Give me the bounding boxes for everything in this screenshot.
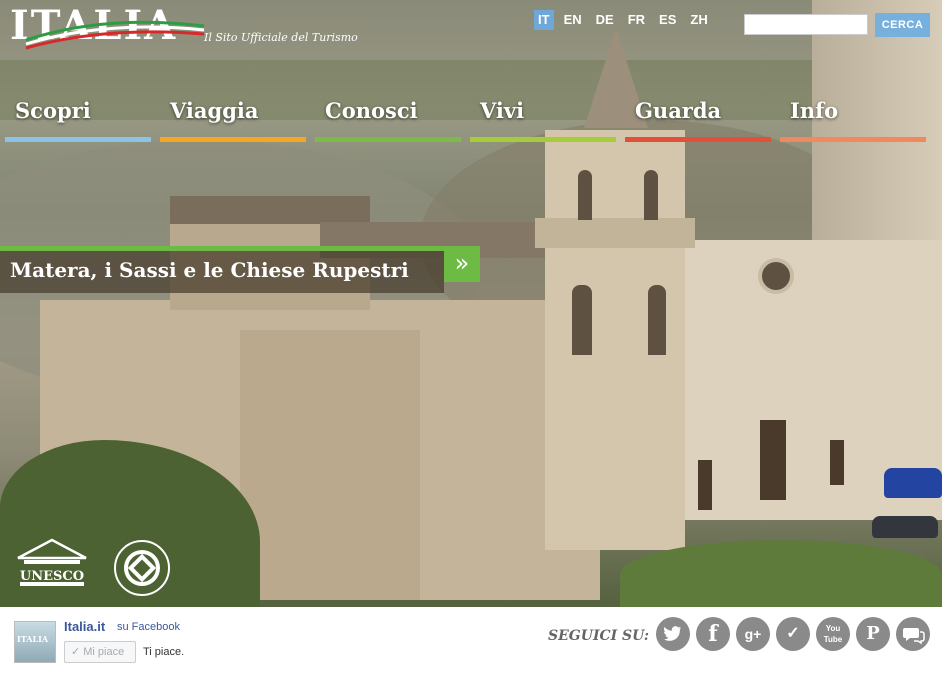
youtube-icon[interactable]: You Tube <box>816 617 850 651</box>
pinterest-icon[interactable]: P <box>856 617 890 651</box>
lang-fr[interactable]: FR <box>624 10 649 30</box>
foursquare-icon[interactable]: ✓ <box>776 617 810 651</box>
lang-zh[interactable]: ZH <box>686 10 711 30</box>
twitter-icon[interactable] <box>656 617 690 651</box>
nav-label: Guarda <box>635 98 722 123</box>
search-button[interactable]: CERCA <box>875 13 930 37</box>
facebook-icon[interactable]: f <box>696 617 730 651</box>
footer: ITALIA Italia.it su Facebook ✓ Mi piace … <box>0 607 942 683</box>
nav-label: Vivi <box>480 98 525 123</box>
chat-icon[interactable] <box>896 617 930 651</box>
feature-arrow-button[interactable]: » <box>444 246 480 282</box>
like-button[interactable]: ✓ Mi piace <box>64 641 136 663</box>
site-tagline: Il Sito Ufficiale del Turismo <box>204 31 358 44</box>
lang-it[interactable]: IT <box>534 10 554 30</box>
nav-label: Viaggia <box>170 98 259 123</box>
main-nav: Scopri Viaggia Conosci Vivi Guarda Info <box>0 96 942 146</box>
google-plus-icon[interactable]: g+ <box>736 617 770 651</box>
follow-label: SEGUICI SU: <box>548 628 650 644</box>
unesco-logo-icon: UNESCO <box>17 538 87 586</box>
nav-label: Scopri <box>15 98 91 123</box>
lang-de[interactable]: DE <box>592 10 618 30</box>
nav-label: Info <box>790 98 839 123</box>
nav-underline <box>160 137 306 142</box>
lang-en[interactable]: EN <box>560 10 586 30</box>
nav-label: Conosci <box>325 98 418 123</box>
facebook-page-thumbnail[interactable]: ITALIA <box>14 621 56 663</box>
feature-title: Matera, i Sassi e le Chiese Rupestri <box>10 258 409 282</box>
facebook-page-link[interactable]: Italia.it <box>64 619 105 634</box>
feature-banner[interactable]: Matera, i Sassi e le Chiese Rupestri <box>0 251 444 293</box>
like-status: Ti piace. <box>143 646 185 658</box>
nav-underline <box>625 137 771 142</box>
search-input[interactable] <box>744 14 868 35</box>
nav-underline <box>780 137 926 142</box>
hero-image <box>0 0 942 607</box>
lang-es[interactable]: ES <box>655 10 680 30</box>
language-switcher: IT EN DE FR ES ZH <box>534 10 712 30</box>
nav-underline <box>315 137 461 142</box>
unesco-text: UNESCO <box>20 569 84 584</box>
flag-swoosh-icon <box>25 20 205 50</box>
site-logo[interactable]: ITALIA <box>6 4 206 50</box>
world-heritage-emblem-icon <box>114 540 170 596</box>
nav-underline <box>470 137 616 142</box>
facebook-suffix: su Facebook <box>117 621 180 633</box>
nav-underline <box>5 137 151 142</box>
